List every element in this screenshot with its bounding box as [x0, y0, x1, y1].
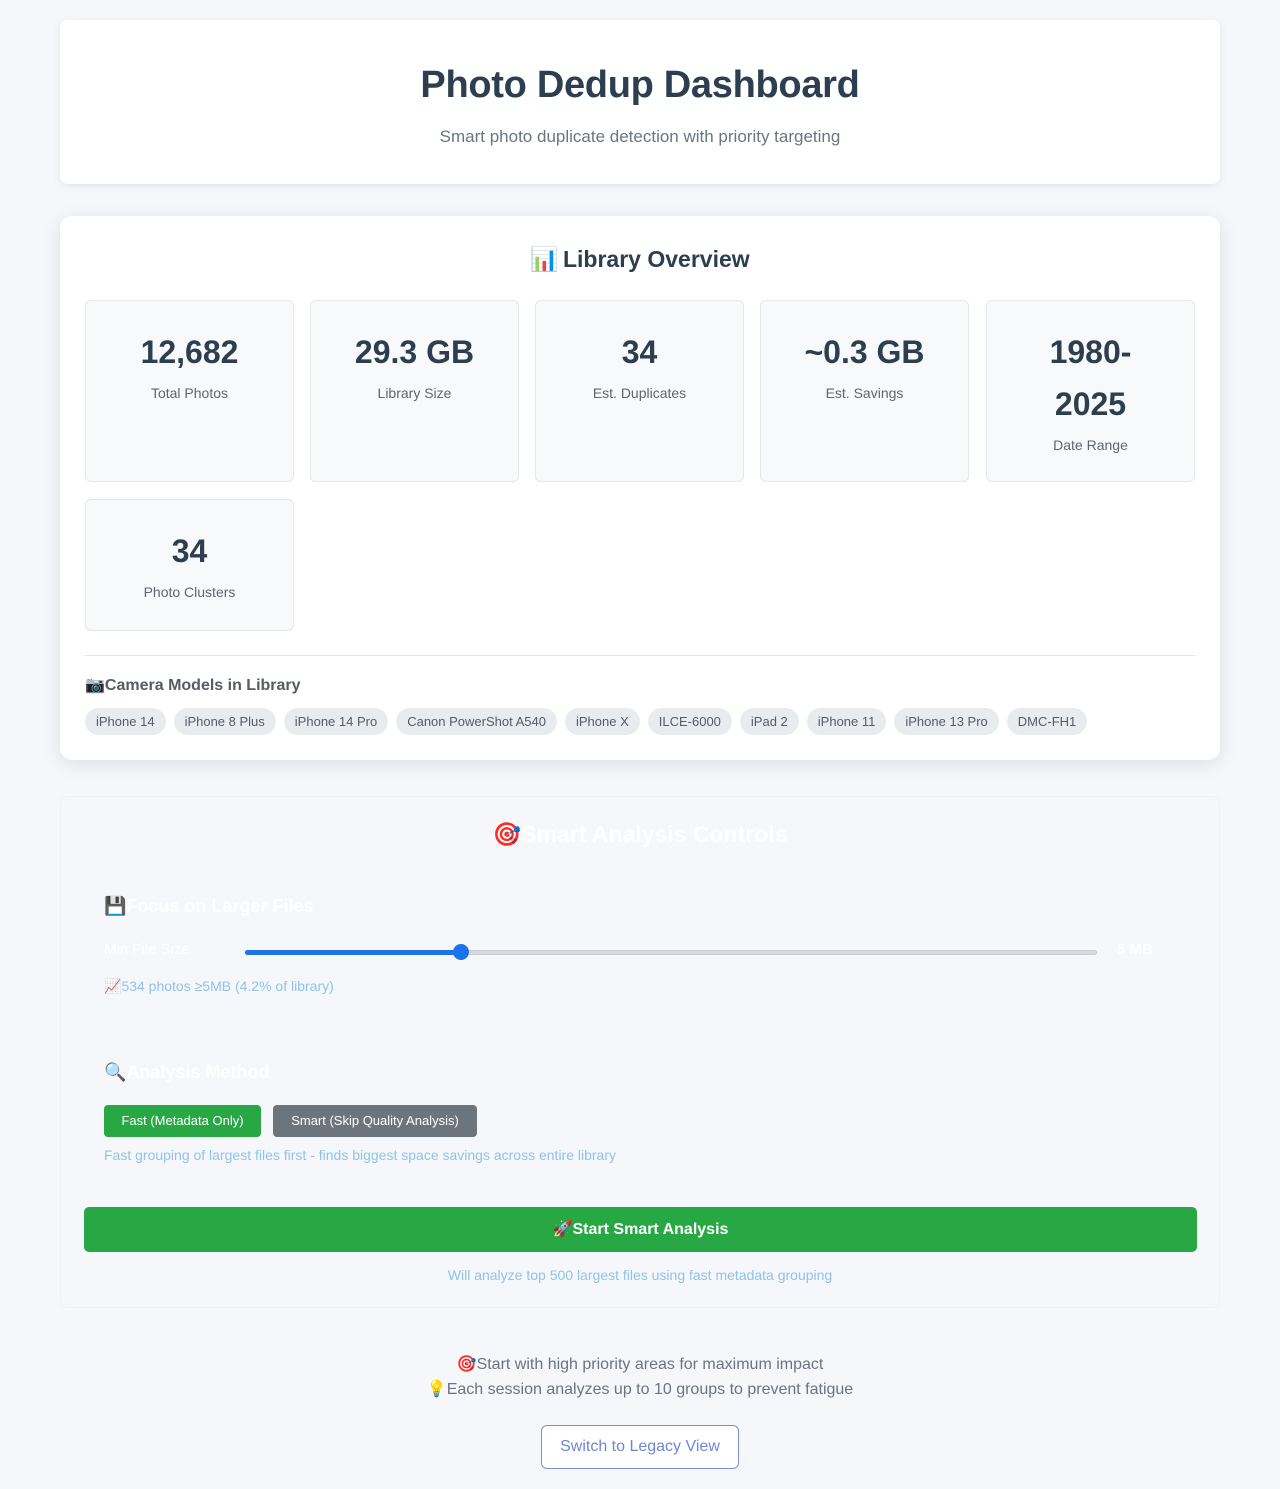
floppy-disk-icon: 💾 — [104, 896, 127, 916]
target-icon: 🎯 — [492, 821, 522, 847]
footer-tip-priority: 🎯Start with high priority areas for maxi… — [0, 1354, 1280, 1374]
camera-model-chip: Canon PowerShot A540 — [396, 708, 557, 735]
stat-label: Date Range — [1053, 437, 1128, 453]
analysis-method-title-text: Analysis Method — [126, 1062, 270, 1082]
divider — [85, 655, 1195, 656]
min-file-size-slider[interactable] — [245, 944, 1097, 960]
overview-title-text: Library Overview — [562, 246, 750, 272]
camera-model-chip: ILCE-6000 — [647, 708, 732, 735]
rocket-icon: 🚀 — [552, 1221, 573, 1238]
stat-library-size: 29.3 GB Library Size — [310, 300, 519, 482]
library-overview-card: 📊 Library Overview 12,682 Total Photos 29… — [60, 216, 1220, 760]
stat-total-photos: 12,682 Total Photos — [85, 300, 294, 482]
larger-files-title: 💾Focus on Larger Files — [104, 896, 313, 917]
min-file-size-value: 5 MB — [1117, 941, 1153, 958]
analysis-method-title: 🔍Analysis Method — [104, 1062, 269, 1083]
camera-models-title-text: Camera Models in Library — [104, 677, 301, 694]
smart-analysis-controls: 🎯Smart Analysis Controls 💾Focus on Large… — [60, 796, 1220, 1308]
stat-label: Total Photos — [150, 385, 229, 401]
stat-label: Est. Duplicates — [592, 385, 687, 401]
camera-model-chip: iPhone X — [564, 708, 640, 735]
camera-model-list: iPhone 14 iPhone 8 Plus iPhone 14 Pro Ca… — [85, 708, 1195, 735]
camera-model-chip: iPhone 8 Plus — [173, 708, 276, 735]
larger-files-title-text: Focus on Larger Files — [126, 896, 314, 916]
stat-est-savings: ~0.3 GB Est. Savings — [760, 300, 969, 482]
stat-label: Library Size — [377, 385, 452, 401]
camera-icon: 📷 — [85, 677, 105, 694]
start-analysis-note: Will analyze top 500 largest files using… — [447, 1267, 833, 1283]
stat-label: Est. Savings — [825, 385, 904, 401]
slider-fill — [245, 950, 462, 955]
stat-value-line2: 2025 — [1054, 386, 1127, 422]
slider-handle[interactable] — [453, 944, 470, 960]
target-icon: 🎯 — [456, 1356, 477, 1373]
footer-tip-text: Start with high priority areas for maxim… — [476, 1356, 824, 1373]
smart-analysis-button[interactable]: Smart (Skip Quality Analysis) — [273, 1105, 477, 1137]
start-smart-analysis-button[interactable]: 🚀Start Smart Analysis — [84, 1207, 1197, 1252]
controls-title: 🎯Smart Analysis Controls — [61, 821, 1219, 848]
camera-model-chip: DMC-FH1 — [1006, 708, 1088, 735]
overview-title: 📊 Library Overview — [60, 246, 1220, 273]
footer-tip-session: 💡Each session analyzes up to 10 groups t… — [0, 1379, 1280, 1399]
stat-value: 12,682 — [140, 334, 239, 370]
camera-model-chip: iPhone 14 Pro — [283, 708, 389, 735]
min-file-size-label: Min File Size: — [104, 941, 195, 958]
camera-model-chip: iPhone 13 Pro — [894, 708, 999, 735]
stat-est-duplicates: 34 Est. Duplicates — [535, 300, 744, 482]
switch-legacy-view-button[interactable]: Switch to Legacy View — [541, 1425, 739, 1469]
stat-value: ~0.3 GB — [804, 334, 925, 370]
stat-label: Photo Clusters — [143, 584, 236, 600]
camera-models-title: 📷Camera Models in Library — [85, 675, 301, 695]
stat-date-range: 1980- 2025 Date Range — [986, 300, 1195, 482]
bar-chart-icon: 📊 — [530, 246, 559, 272]
stat-photo-clusters: 34 Photo Clusters — [85, 499, 294, 631]
lightbulb-icon: 💡 — [426, 1381, 447, 1398]
chart-increasing-icon: 📈 — [104, 978, 122, 994]
footer-tip-text: Each session analyzes up to 10 groups to… — [446, 1381, 854, 1398]
magnifier-icon: 🔍 — [104, 1062, 127, 1082]
stat-value: 34 — [171, 533, 208, 569]
stat-value: 29.3 GB — [354, 334, 475, 370]
large-photo-stats: 📈534 photos ≥5MB (4.2% of library) — [104, 978, 334, 995]
header-card: Photo Dedup Dashboard Smart photo duplic… — [60, 20, 1220, 184]
stat-value-line1: 1980- — [1049, 334, 1132, 370]
large-photo-stats-text: 534 photos ≥5MB (4.2% of library) — [121, 978, 334, 994]
fast-metadata-button[interactable]: Fast (Metadata Only) — [104, 1105, 261, 1137]
camera-model-chip: iPad 2 — [739, 708, 799, 735]
camera-model-chip: iPhone 14 — [85, 708, 166, 735]
camera-model-chip: iPhone 11 — [806, 708, 887, 735]
controls-title-text: Smart Analysis Controls — [521, 821, 788, 847]
page-subtitle: Smart photo duplicate detection with pri… — [439, 127, 841, 146]
page-title: Photo Dedup Dashboard — [420, 64, 860, 106]
start-button-label: Start Smart Analysis — [572, 1221, 729, 1238]
method-description: Fast grouping of largest files first - f… — [104, 1147, 617, 1163]
stat-value: 34 — [621, 334, 658, 370]
